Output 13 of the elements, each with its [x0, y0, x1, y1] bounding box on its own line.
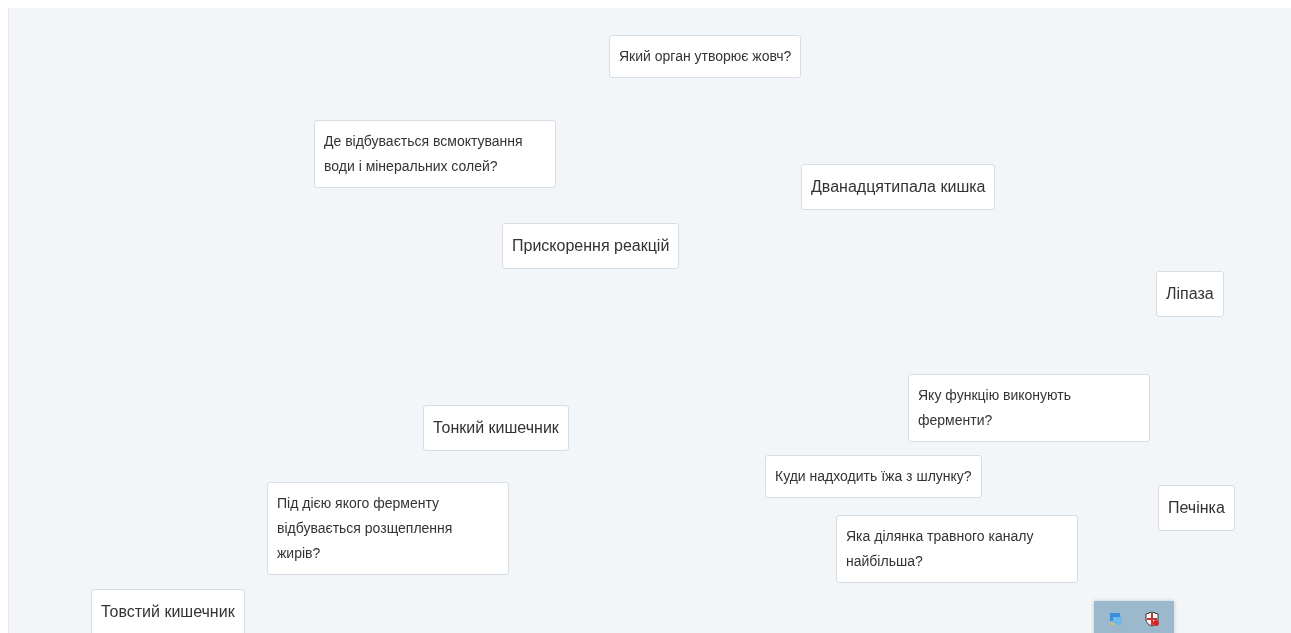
word-card[interactable]: Під дією якого ферменту відбувається розщеплення жирів?	[267, 482, 509, 575]
word-card[interactable]: Куди надходить їжа з шлунку?	[765, 455, 982, 498]
word-card[interactable]: Який орган утворює жовч?	[609, 35, 802, 78]
shield-icon[interactable]	[1144, 611, 1160, 627]
word-card[interactable]: Товстий кишечник	[91, 589, 245, 633]
word-card[interactable]: Яку функцію виконують ферменти?	[908, 374, 1150, 442]
word-card[interactable]: Печінка	[1158, 485, 1235, 531]
word-card[interactable]: Тонкий кишечник	[423, 405, 569, 451]
word-card[interactable]: Яка ділянка травного каналу найбільша?	[836, 515, 1078, 583]
word-card[interactable]: Прискорення реакцій	[502, 223, 680, 269]
word-card[interactable]: Ліпаза	[1156, 271, 1224, 317]
word-card[interactable]: Де відбувається всмоктування води і мінеральних солей?	[314, 120, 556, 188]
word-card[interactable]: Дванадцятипала кишка	[801, 164, 996, 210]
